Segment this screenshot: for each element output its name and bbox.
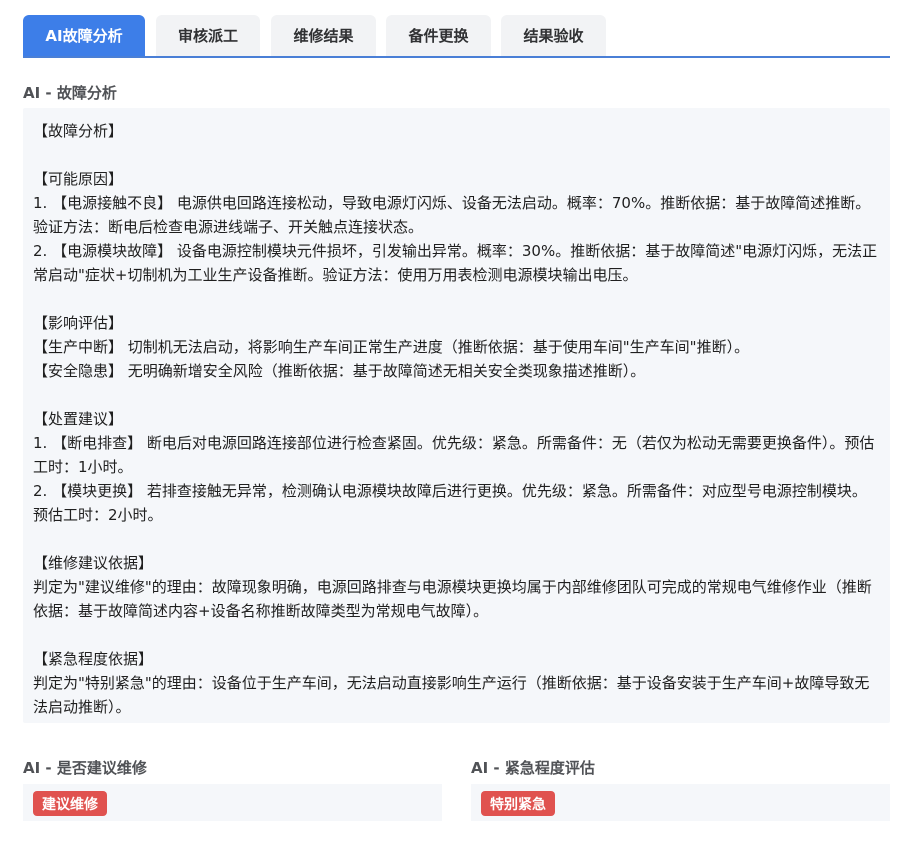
tab-bar: AI故障分析 审核派工 维修结果 备件更换 结果验收: [23, 15, 890, 58]
tab-spare-parts[interactable]: 备件更换: [386, 15, 491, 56]
tab-repair-result[interactable]: 维修结果: [271, 15, 376, 56]
tab-ai-fault-analysis[interactable]: AI故障分析: [23, 15, 145, 56]
repair-suggestion-label: AI - 是否建议维修: [23, 759, 147, 777]
tab-review-dispatch[interactable]: 审核派工: [156, 15, 260, 56]
urgency-badge: 特别紧急: [481, 791, 555, 816]
tab-result-acceptance[interactable]: 结果验收: [501, 15, 606, 56]
repair-suggestion-badge: 建议维修: [33, 791, 107, 816]
fault-analysis-text: 【故障分析】 【可能原因】 1. 【电源接触不良】 电源供电回路连接松动，导致电…: [23, 108, 890, 723]
urgency-panel: 特别紧急: [471, 784, 890, 821]
urgency-label: AI - 紧急程度评估: [471, 759, 595, 777]
analysis-label: AI - 故障分析: [23, 84, 117, 102]
repair-suggestion-panel: 建议维修: [23, 784, 442, 821]
